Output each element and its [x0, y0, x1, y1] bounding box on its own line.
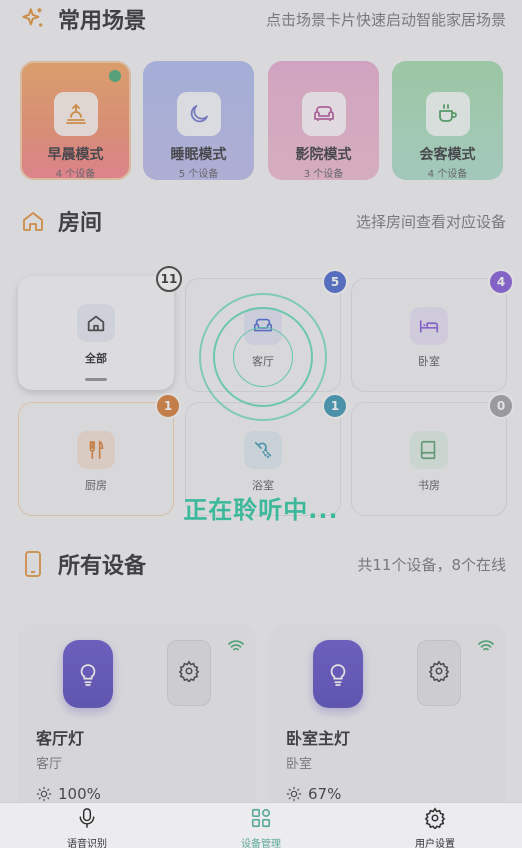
scene-card-cinema[interactable]: 影院模式 3 个设备: [268, 61, 379, 180]
utensils-icon: [77, 431, 115, 469]
tab-voice[interactable]: 语音识别: [0, 803, 174, 848]
scene-name: 早晨模式: [47, 147, 104, 163]
device-settings-button[interactable]: [167, 640, 211, 706]
sofa-icon: [301, 92, 346, 136]
device-brightness: 67%: [286, 785, 341, 803]
room-count-badge: 0: [488, 393, 514, 419]
device-card-bedroom-light[interactable]: 卧室主灯 卧室 67%: [268, 623, 506, 823]
grid-icon: [250, 807, 272, 833]
scene-device-count: 3 个设备: [303, 169, 344, 180]
shower-icon: [244, 431, 282, 469]
gear-icon: [428, 660, 450, 686]
device-settings-button[interactable]: [417, 640, 461, 706]
sunrise-icon: [53, 92, 98, 136]
gear-icon: [178, 660, 200, 686]
home-icon: [77, 304, 115, 342]
device-card-living-room-light[interactable]: 客厅灯 客厅 100%: [18, 623, 256, 823]
tab-devices[interactable]: 设备管理: [174, 803, 348, 848]
gear-icon: [424, 807, 446, 833]
device-brightness: 100%: [36, 785, 101, 803]
room-count-badge: 5: [322, 269, 348, 295]
scene-name: 会客模式: [419, 147, 476, 163]
scene-card-morning[interactable]: 早晨模式 4 个设备: [20, 61, 131, 180]
sun-icon: [36, 786, 52, 802]
room-name: 全部: [85, 352, 107, 365]
room-card-all[interactable]: 11 全部: [18, 266, 182, 390]
device-room: 客厅: [36, 757, 63, 772]
book-icon: [410, 431, 448, 469]
scene-active-indicator: [109, 70, 121, 82]
lightbulb-toggle-button[interactable]: [63, 640, 113, 708]
device-name: 客厅灯: [36, 729, 85, 748]
devices-hint: 共11个设备，8个在线: [357, 555, 506, 574]
devices-title: 所有设备: [58, 554, 147, 579]
tab-label: 用户设置: [415, 839, 455, 848]
tab-label: 语音识别: [67, 839, 107, 848]
room-count-badge: 1: [155, 393, 181, 419]
brightness-value: 67%: [308, 785, 342, 803]
wifi-online-icon: [228, 637, 244, 656]
scene-card-sleep[interactable]: 睡眠模式 5 个设备: [143, 61, 254, 180]
room-count-badge: 1: [322, 393, 348, 419]
brightness-value: 100%: [58, 785, 101, 803]
scene-name: 影院模式: [295, 147, 352, 163]
room-name: 卧室: [418, 355, 440, 368]
scenes-hint: 点击场景卡片快速启动智能家居场景: [265, 10, 506, 29]
lightbulb-toggle-button[interactable]: [313, 640, 363, 708]
scenes-header: 常用场景 点击场景卡片快速启动智能家居场景: [18, 3, 506, 35]
bed-icon: [410, 307, 448, 345]
tab-user-settings[interactable]: 用户设置: [348, 803, 522, 848]
scenes-title: 常用场景: [58, 9, 147, 34]
room-card-bedroom[interactable]: 4 卧室: [351, 269, 514, 392]
app-screen: 常用场景 点击场景卡片快速启动智能家居场景 早晨模式 4 个设备 睡眠模式 5 …: [0, 0, 522, 848]
rooms-hint: 选择房间查看对应设备: [355, 212, 506, 231]
tab-label: 设备管理: [241, 839, 281, 848]
tablet-icon: [18, 549, 48, 579]
scene-name: 睡眠模式: [170, 147, 227, 163]
device-room: 卧室: [286, 757, 313, 772]
selected-indicator: [85, 378, 107, 381]
scene-card-guest[interactable]: 会客模式 4 个设备: [392, 61, 503, 180]
rooms-title: 房间: [58, 211, 103, 236]
wifi-online-icon: [478, 637, 494, 656]
sparkle-icon: [18, 4, 48, 34]
moon-icon: [176, 92, 221, 136]
coffee-icon: [425, 92, 470, 136]
listening-status: 正在聆听中...: [183, 496, 339, 524]
scene-device-count: 5 个设备: [178, 169, 219, 180]
sun-icon: [286, 786, 302, 802]
scene-device-count: 4 个设备: [427, 169, 468, 180]
room-count-badge: 11: [156, 266, 182, 292]
device-name: 卧室主灯: [286, 729, 351, 748]
microphone-icon: [77, 807, 97, 833]
devices-header: 所有设备 共11个设备，8个在线: [18, 548, 506, 580]
home-icon: [18, 206, 48, 236]
room-count-badge: 4: [488, 269, 514, 295]
rooms-header: 房间 选择房间查看对应设备: [18, 205, 506, 237]
listening-ring-inner: [233, 327, 293, 387]
scene-device-count: 4 个设备: [55, 169, 96, 180]
bottom-tab-bar: 语音识别 设备管理 用户设置: [0, 802, 522, 848]
